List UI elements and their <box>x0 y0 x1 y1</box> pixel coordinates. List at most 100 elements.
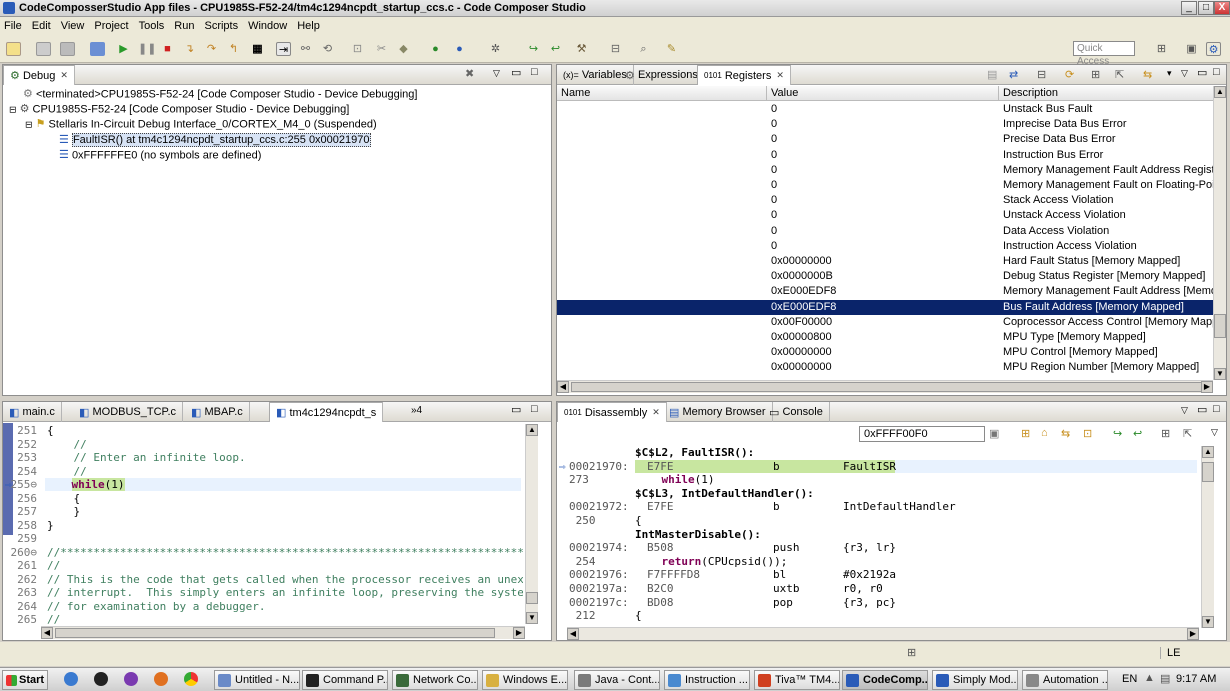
column-header-value[interactable]: Value <box>767 86 999 101</box>
ccs-edit-perspective-icon[interactable]: ▣ <box>1184 42 1199 56</box>
scroll-thumb[interactable] <box>571 382 1207 392</box>
tab-registers[interactable]: 0101 Registers ✕ <box>697 65 791 85</box>
taskbar-task[interactable]: Untitled - N... <box>214 670 300 690</box>
register-row[interactable]: ⊞1010 0101NVIC_MPU_CTRL0x00000000MPU Con… <box>557 345 1213 360</box>
view-menu-icon[interactable]: ▽ <box>493 68 500 79</box>
register-row[interactable]: ⊞1010 0101NVIC_CPAC0x00F00000Coprocessor… <box>557 315 1213 330</box>
register-value[interactable]: 0x0000000B <box>771 269 997 284</box>
scroll-thumb[interactable] <box>1214 314 1226 338</box>
terminate-icon[interactable]: ■ <box>160 42 175 56</box>
disassembly-vertical-scrollbar[interactable]: ▲ ▼ <box>1201 446 1214 628</box>
tab-overflow[interactable]: »4 <box>411 405 422 416</box>
tab-console[interactable]: ▭ Console <box>763 402 830 422</box>
network-icon[interactable]: ▤ <box>1160 672 1170 685</box>
column-header-name[interactable]: Name <box>557 86 767 101</box>
restart-icon[interactable]: ⊡ <box>350 42 365 56</box>
show-symbols-icon[interactable]: ⊡ <box>1083 427 1092 440</box>
pin-icon[interactable]: ✎ <box>664 42 679 56</box>
build-icon[interactable]: ● <box>428 42 443 56</box>
scroll-down-icon[interactable]: ▼ <box>1214 368 1226 380</box>
register-row[interactable]: ⊞1010 0101NVIC_MPU_NUMBER0x00000000MPU R… <box>557 360 1213 375</box>
register-row[interactable]: 1010 0101NVIC_FAULT_STAT_IERR0Instructio… <box>557 239 1213 254</box>
close-icon[interactable]: ✕ <box>652 407 660 418</box>
scroll-thumb[interactable] <box>1202 462 1214 482</box>
register-row[interactable]: ⊞1010 0101NVIC_MPU_TYPE0x00000800MPU Typ… <box>557 330 1213 345</box>
tab-disassembly[interactable]: 0101 Disassembly ✕ <box>557 402 667 422</box>
register-value[interactable]: 0x00000000 <box>771 345 997 360</box>
search-icon[interactable]: ⌕ <box>636 42 651 56</box>
settings-icon[interactable]: ✲ <box>488 42 503 56</box>
collapse-icon[interactable]: ⊟ <box>9 104 17 114</box>
view-menu-icon[interactable]: ▽ <box>1181 405 1188 416</box>
step-forward-icon[interactable]: ↩ <box>1133 427 1142 440</box>
register-row[interactable]: 1010 0101NVIC_FAULT_STAT_DERR0Data Acces… <box>557 224 1213 239</box>
menu-run[interactable]: Run <box>174 20 194 32</box>
scroll-left-icon[interactable]: ◀ <box>557 381 569 393</box>
connect-icon[interactable]: ⚯ <box>298 42 313 56</box>
register-value[interactable]: 0x00000000 <box>771 360 997 375</box>
column-header-description[interactable]: Description <box>999 86 1213 101</box>
ie-icon[interactable] <box>64 672 78 686</box>
refresh-icon[interactable]: ⟳ <box>1065 68 1074 81</box>
minimize-view-icon[interactable]: ▭ <box>511 403 521 416</box>
scroll-left-icon[interactable]: ◀ <box>41 627 53 639</box>
editor-horizontal-scrollbar[interactable]: ◀ ▶ <box>41 626 525 639</box>
language-indicator[interactable]: EN <box>1122 673 1137 685</box>
taskbar-task[interactable]: Network Co... <box>392 670 478 690</box>
taskbar-task[interactable]: Tiva™ TM4... <box>754 670 840 690</box>
scroll-up-icon[interactable]: ▲ <box>526 424 538 436</box>
layout-icon[interactable]: ⊟ <box>1037 68 1046 81</box>
chevron-down-icon[interactable]: ▾ <box>1167 68 1172 79</box>
register-row[interactable]: 1010 0101NVIC_FAULT_STAT_IMPRE0Imprecise… <box>557 117 1213 132</box>
register-value[interactable]: 0 <box>771 239 997 254</box>
media-icon[interactable] <box>94 672 108 686</box>
code-editor[interactable]: 251 {252 // 253 // Enter an infinite loop.… <box>3 424 523 624</box>
tools-icon[interactable]: ⚒ <box>574 42 589 56</box>
disassembly-listing[interactable]: $C$L2, FaultISR(): ⇨ 00021970: E7FE b FaultIS… <box>557 446 1201 626</box>
menu-tools[interactable]: Tools <box>139 20 165 32</box>
register-value[interactable]: 0 <box>771 117 997 132</box>
close-button[interactable]: X <box>1214 1 1230 15</box>
register-row[interactable]: 1010 0101NVIC_FAULT_STAT_BUSTKE0Unstack … <box>557 102 1213 117</box>
step-over-icon[interactable]: ↷ <box>204 42 219 56</box>
forward-icon[interactable]: ↩ <box>548 42 563 56</box>
register-row[interactable]: ⊞1010 0101NVIC_HFAULT_STAT0x00000000Hard… <box>557 254 1213 269</box>
scroll-thumb[interactable] <box>526 592 538 604</box>
link-with-pc-icon[interactable]: ⇆ <box>1061 427 1070 440</box>
remove-terminated-icon[interactable]: ✖ <box>465 67 474 80</box>
disconnect-icon[interactable]: ✂ <box>374 42 389 56</box>
register-value[interactable]: 0x00000000 <box>771 254 997 269</box>
taskbar-task[interactable]: Command P... <box>302 670 388 690</box>
taskbar-task[interactable]: CodeComp... <box>842 670 928 690</box>
view-menu-icon[interactable]: ▽ <box>1211 427 1218 438</box>
register-value[interactable]: 0 <box>771 132 997 147</box>
step-return-icon[interactable]: ↰ <box>226 42 241 56</box>
load-program-icon[interactable]: ◆ <box>396 42 411 56</box>
registers-vertical-scrollbar[interactable]: ▲ ▼ <box>1213 86 1226 380</box>
menu-window[interactable]: Window <box>248 20 287 32</box>
reset-icon[interactable]: ⟲ <box>320 42 335 56</box>
new-window-icon[interactable]: ⊞ <box>1091 68 1100 81</box>
scroll-right-icon[interactable]: ▶ <box>1201 381 1213 393</box>
scroll-down-icon[interactable]: ▼ <box>1202 616 1214 628</box>
register-value[interactable]: 0 <box>771 208 997 223</box>
maximize-view-icon[interactable]: □ <box>1213 403 1220 415</box>
scroll-right-icon[interactable]: ▶ <box>1187 628 1199 640</box>
tab-main-c[interactable]: ◧ main.c <box>3 402 62 422</box>
maximize-view-icon[interactable]: □ <box>531 66 538 78</box>
tray-icon[interactable]: ▲ <box>1144 672 1155 684</box>
taskbar-task[interactable]: Instruction ... <box>664 670 750 690</box>
debug-tree-item[interactable]: ☰ 0xFFFFFFE0 (no symbols are defined) <box>59 148 261 163</box>
register-value[interactable]: 0 <box>771 193 997 208</box>
scroll-up-icon[interactable]: ▲ <box>1202 446 1214 458</box>
debug-tree-item[interactable]: ⊟ ⚙ CPU1985S-F52-24 [Code Composer Studi… <box>9 102 349 117</box>
registers-horizontal-scrollbar[interactable]: ◀ ▶ <box>557 380 1213 393</box>
register-row[interactable]: 1010 0101NVIC_FAULT_STAT_IBUS0Instructio… <box>557 148 1213 163</box>
export-icon[interactable]: ⇱ <box>1183 427 1192 440</box>
taskbar-task[interactable]: Automation ... <box>1022 670 1108 690</box>
go-to-address-icon[interactable]: ▣ <box>989 427 999 440</box>
register-value[interactable]: 0x00000800 <box>771 330 997 345</box>
step-back-icon[interactable]: ↪ <box>1113 427 1122 440</box>
chrome-icon[interactable] <box>184 672 198 686</box>
tab-modbus-tcp-c[interactable]: ◧ MODBUS_TCP.c <box>73 402 184 422</box>
